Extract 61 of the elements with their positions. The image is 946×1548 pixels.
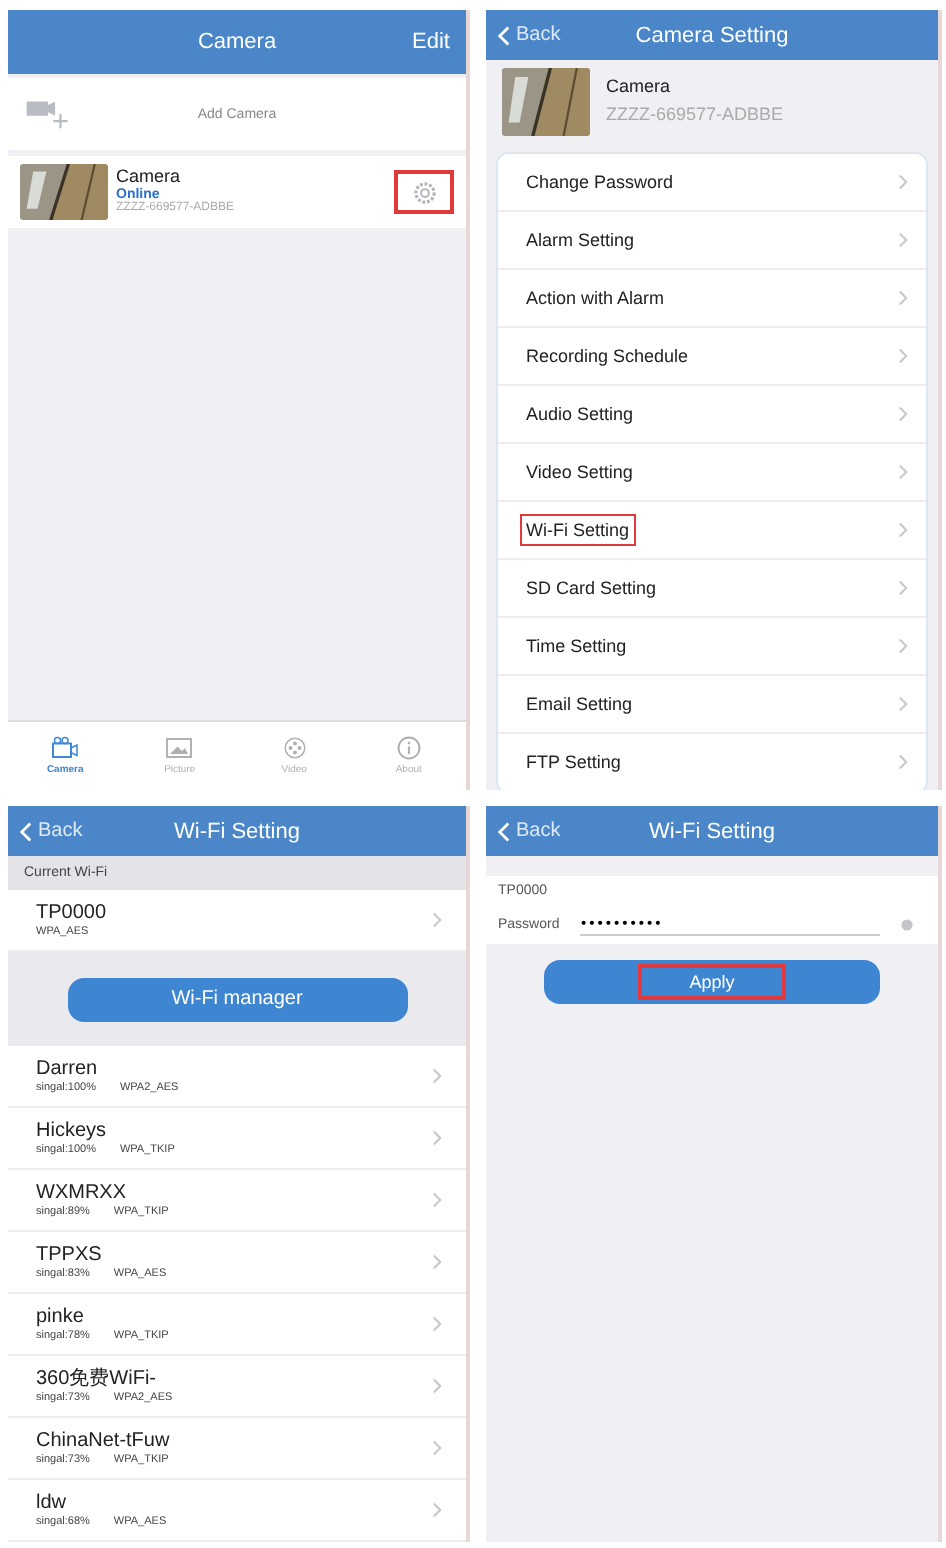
camera-name: Camera	[116, 167, 183, 187]
settings-item[interactable]: Action with Alarm	[498, 270, 926, 328]
network-name: TP0000	[36, 902, 107, 926]
chevron-right-icon	[898, 348, 908, 364]
chevron-right-icon	[432, 1068, 442, 1084]
film-reel-icon	[279, 736, 310, 760]
chevron-right-icon	[898, 232, 908, 248]
network-name: Darren	[36, 1058, 100, 1082]
network-name: Hickeys	[36, 1120, 109, 1144]
settings-item[interactable]: FTP Setting	[498, 734, 926, 790]
chevron-right-icon	[898, 406, 908, 422]
settings-button[interactable]	[394, 170, 454, 214]
network-name: pinke	[36, 1306, 86, 1330]
settings-item[interactable]: Recording Schedule	[498, 328, 926, 386]
chevron-right-icon	[898, 696, 908, 712]
settings-item[interactable]: Audio Setting	[498, 386, 926, 444]
chevron-right-icon	[432, 1316, 442, 1332]
apply-button[interactable]: Apply	[544, 960, 880, 1004]
camera-name: Camera	[606, 78, 673, 98]
wifi-manager-button[interactable]: Wi-Fi manager	[67, 977, 407, 1021]
settings-item[interactable]: Wi-Fi Setting	[498, 502, 926, 560]
chevron-left-icon	[498, 821, 510, 841]
settings-item[interactable]: Email Setting	[498, 676, 926, 734]
chevron-right-icon	[432, 1130, 442, 1146]
chevron-right-icon	[898, 580, 908, 596]
settings-item[interactable]: Alarm Setting	[498, 212, 926, 270]
apply-label: Apply	[637, 964, 787, 1000]
screen-title: Camera	[197, 30, 277, 54]
screen-title: Wi-Fi Setting	[649, 819, 775, 843]
info-icon	[393, 736, 424, 760]
chevron-left-icon	[498, 25, 510, 45]
chevron-right-icon	[898, 522, 908, 538]
settings-item[interactable]: Video Setting	[498, 444, 926, 502]
camera-add-icon	[24, 98, 72, 130]
settings-icon	[411, 179, 437, 205]
chevron-left-icon	[20, 821, 32, 841]
chevron-right-icon	[432, 912, 442, 928]
video-camera-icon	[50, 736, 81, 760]
chevron-right-icon	[432, 1378, 442, 1394]
chevron-right-icon	[898, 754, 908, 770]
network-name: WXMRXX	[36, 1182, 128, 1206]
network-name: TPPXS	[36, 1244, 104, 1268]
chevron-right-icon	[898, 174, 908, 190]
network-name: ldw	[36, 1492, 69, 1516]
settings-item[interactable]: SD Card Setting	[498, 560, 926, 618]
chevron-right-icon	[432, 1502, 442, 1518]
chevron-right-icon	[898, 290, 908, 306]
chevron-right-icon	[432, 1440, 442, 1456]
screen-title: Wi-Fi Setting	[174, 819, 300, 843]
chevron-right-icon	[898, 464, 908, 480]
screen-title: Camera Setting	[635, 23, 789, 47]
network-name: ChinaNet-tFuw	[36, 1430, 170, 1454]
network-name: 360免费WiFi-	[36, 1368, 159, 1392]
settings-item[interactable]: Change Password	[498, 154, 926, 212]
edit-button[interactable]: Edit	[412, 30, 450, 54]
settings-item[interactable]: Time Setting	[498, 618, 926, 676]
chevron-right-icon	[432, 1254, 442, 1270]
camera-uid: ZZZZ-669577-ADBBE	[606, 106, 786, 126]
image-icon	[164, 736, 195, 760]
chevron-right-icon	[898, 638, 908, 654]
chevron-right-icon	[432, 1192, 442, 1208]
